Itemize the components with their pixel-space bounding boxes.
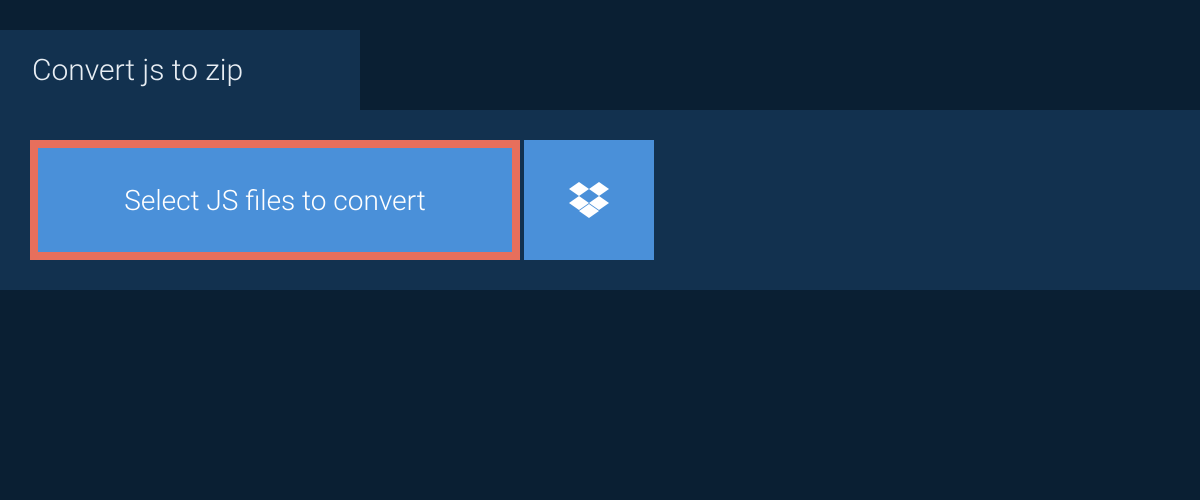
tab-bar: Convert js to zip [0, 0, 1200, 110]
select-files-label: Select JS files to convert [124, 184, 425, 217]
button-group: Select JS files to convert [30, 140, 654, 260]
dropbox-button[interactable] [524, 140, 654, 260]
dropbox-icon [569, 182, 609, 218]
select-files-button[interactable]: Select JS files to convert [30, 140, 520, 260]
tab-label: Convert js to zip [32, 53, 243, 88]
tab-convert-js-to-zip[interactable]: Convert js to zip [0, 30, 360, 110]
main-panel: Select JS files to convert [0, 110, 1200, 290]
